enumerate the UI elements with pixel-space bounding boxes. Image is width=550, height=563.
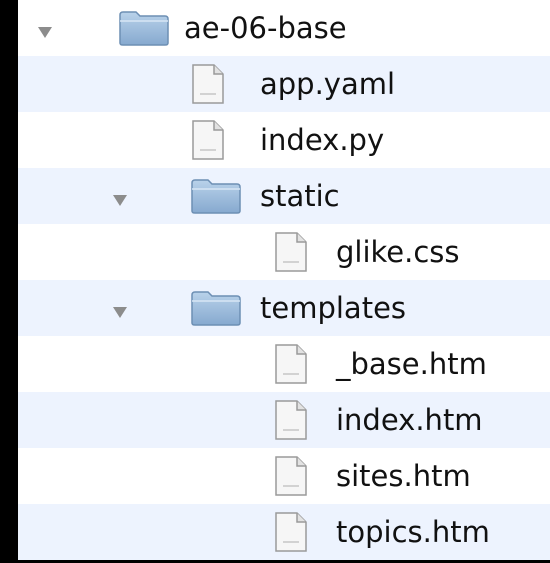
tree-row-file[interactable]: sites.htm <box>18 448 550 504</box>
disclosure-triangle-icon[interactable] <box>38 27 52 38</box>
tree-row-folder[interactable]: static <box>18 168 550 224</box>
tree-item-label: glike.css <box>336 235 460 269</box>
tree-item-label: static <box>260 179 340 213</box>
tree-row-file[interactable]: index.htm <box>18 392 550 448</box>
tree-row-file[interactable]: _base.htm <box>18 336 550 392</box>
tree-item-label: index.htm <box>336 403 483 437</box>
tree-item-label: templates <box>260 291 407 325</box>
disclosure-triangle-icon[interactable] <box>113 195 127 206</box>
folder-icon <box>190 177 242 219</box>
tree-row-folder[interactable]: templates <box>18 280 550 336</box>
folder-icon <box>118 9 170 51</box>
disclosure-triangle-icon[interactable] <box>113 307 127 318</box>
document-icon <box>190 119 226 165</box>
tree-item-label: _base.htm <box>336 347 487 381</box>
tree-item-label: sites.htm <box>336 459 471 493</box>
tree-item-label: app.yaml <box>260 67 396 101</box>
document-icon <box>273 343 309 389</box>
tree-item-label: ae-06-base <box>184 11 347 45</box>
tree-row-file[interactable]: glike.css <box>18 224 550 280</box>
tree-row-file[interactable]: topics.htm <box>18 504 550 560</box>
file-tree: ae-06-base app.yaml index.py static glike.cs… <box>18 0 550 563</box>
document-icon <box>273 511 309 557</box>
tree-row-file[interactable]: app.yaml <box>18 56 550 112</box>
document-icon <box>190 63 226 109</box>
folder-icon <box>190 289 242 331</box>
tree-item-label: index.py <box>260 123 385 157</box>
tree-item-label: topics.htm <box>336 515 490 549</box>
document-icon <box>273 455 309 501</box>
tree-row-file[interactable]: index.py <box>18 112 550 168</box>
tree-row-folder[interactable]: ae-06-base <box>18 0 550 56</box>
document-icon <box>273 231 309 277</box>
document-icon <box>273 399 309 445</box>
